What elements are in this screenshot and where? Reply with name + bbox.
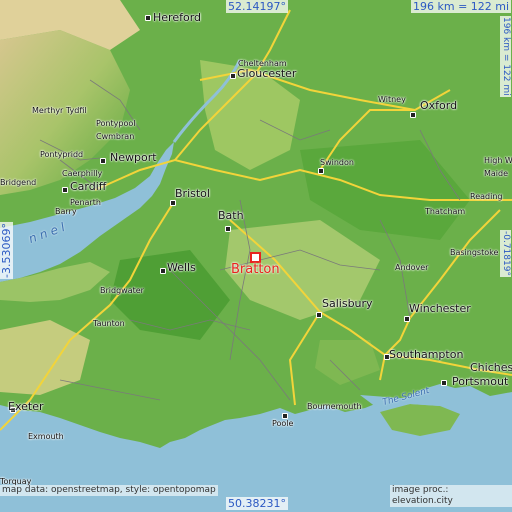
town-dot [404,316,410,322]
town-dot [318,168,324,174]
town-portsmouth: Portsmout [452,375,509,388]
town-bristol: Bristol [175,187,210,200]
town-exeter: Exeter [8,400,44,413]
town-winchester: Winchester [409,302,471,315]
town-swindon: Swindon [320,158,354,167]
town-exmouth: Exmouth [28,432,64,441]
town-thatcham: Thatcham [425,207,466,216]
town-cwmbran: Cwmbran [96,132,135,141]
top-latitude: 52.14197° [226,0,288,13]
town-dot [316,312,322,318]
bottom-latitude: 50.38231° [226,497,288,510]
town-bath: Bath [218,209,244,222]
town-dot [410,112,416,118]
town-southampton: Southampton [389,348,464,361]
right-longitude: -0.71819° [500,230,511,277]
town-hereford: Hereford [153,11,202,24]
town-salisbury: Salisbury [322,297,373,310]
town-penarth: Penarth [70,198,101,207]
topographic-map[interactable]: 52.14197° 196 km = 122 mi 50.38231° -3.5… [0,0,512,512]
image-credit: image proc.: elevation.city [390,485,512,507]
town-bridgend: Bridgend [0,178,37,187]
town-newport: Newport [110,151,157,164]
scale-bar-top: 196 km = 122 mi [411,0,512,13]
town-cardiff: Cardiff [70,180,107,193]
town-caerphilly: Caerphilly [62,169,103,178]
town-high-wycombe: High Wy [484,156,512,165]
town-wells: Wells [167,261,196,274]
town-dot [62,187,68,193]
town-pontypool: Pontypool [96,119,136,128]
town-chichester: Chiches [470,361,512,374]
town-dot [160,268,166,274]
town-merthyr-tydfil: Merthyr Tydfil [32,106,87,115]
scale-bar-right: 196 km = 122 mi [500,16,511,97]
left-longitude: -3.53069° [0,222,13,279]
town-poole: Poole [272,419,294,428]
town-barry: Barry [55,207,77,216]
town-bournemouth: Bournemouth [307,402,362,411]
town-dot [225,226,231,232]
town-andover: Andover [395,263,429,272]
town-basingstoke: Basingstoke [450,248,499,257]
town-reading: Reading [470,192,503,201]
town-dot [230,73,236,79]
town-maidenhead: Maide [484,169,509,178]
town-taunton: Taunton [93,319,125,328]
map-credit: map data: openstreetmap, style: opentopo… [0,485,218,496]
town-dot [441,380,447,386]
town-dot [145,15,151,21]
town-oxford: Oxford [420,99,458,112]
focus-town-label: Bratton [231,262,280,277]
town-bridgwater: Bridgwater [100,286,144,295]
town-dot [170,200,176,206]
town-witney: Witney [378,95,406,104]
town-gloucester: Gloucester [237,67,297,80]
town-pontypridd: Pontypridd [40,150,84,159]
town-dot [100,158,106,164]
